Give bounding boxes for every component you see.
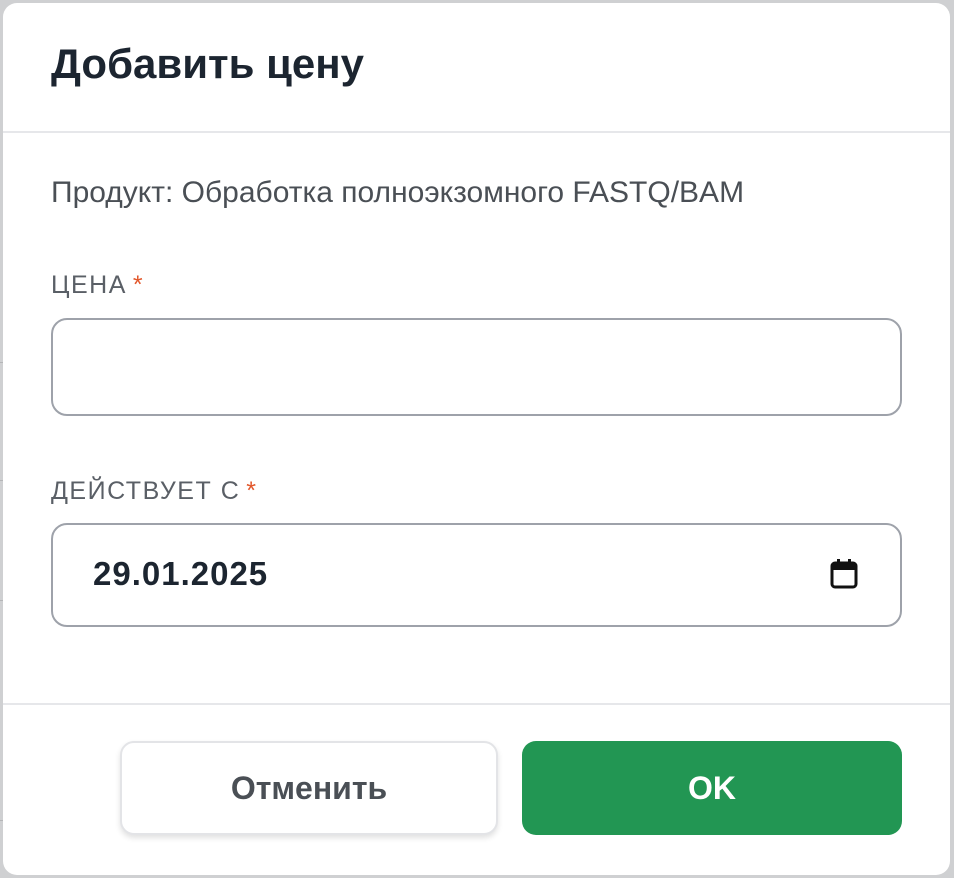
- price-label-text: ЦЕНА: [51, 271, 127, 299]
- dialog-header: Добавить цену: [3, 3, 950, 133]
- price-label: ЦЕНА *: [51, 273, 144, 298]
- effective-from-label: ДЕЙСТВУЕТ С *: [51, 479, 257, 504]
- price-input[interactable]: [51, 318, 902, 416]
- date-value[interactable]: 29.01.2025: [93, 557, 268, 590]
- dialog-title: Добавить цену: [51, 40, 364, 87]
- effective-from-label-text: ДЕЙСТВУЕТ С: [51, 477, 241, 505]
- effective-from-date-input[interactable]: 29.01.2025: [51, 523, 902, 627]
- add-price-dialog: Добавить цену Продукт: Обработка полноэк…: [3, 3, 950, 875]
- required-marker: *: [132, 271, 145, 299]
- dialog-footer: Отменить OK: [3, 703, 950, 875]
- cancel-button[interactable]: Отменить: [120, 741, 498, 835]
- calendar-icon[interactable]: [830, 559, 858, 589]
- ok-button[interactable]: OK: [522, 741, 902, 835]
- required-marker: *: [246, 477, 258, 505]
- product-info: Продукт: Обработка полноэкзомного FASTQ/…: [51, 176, 745, 209]
